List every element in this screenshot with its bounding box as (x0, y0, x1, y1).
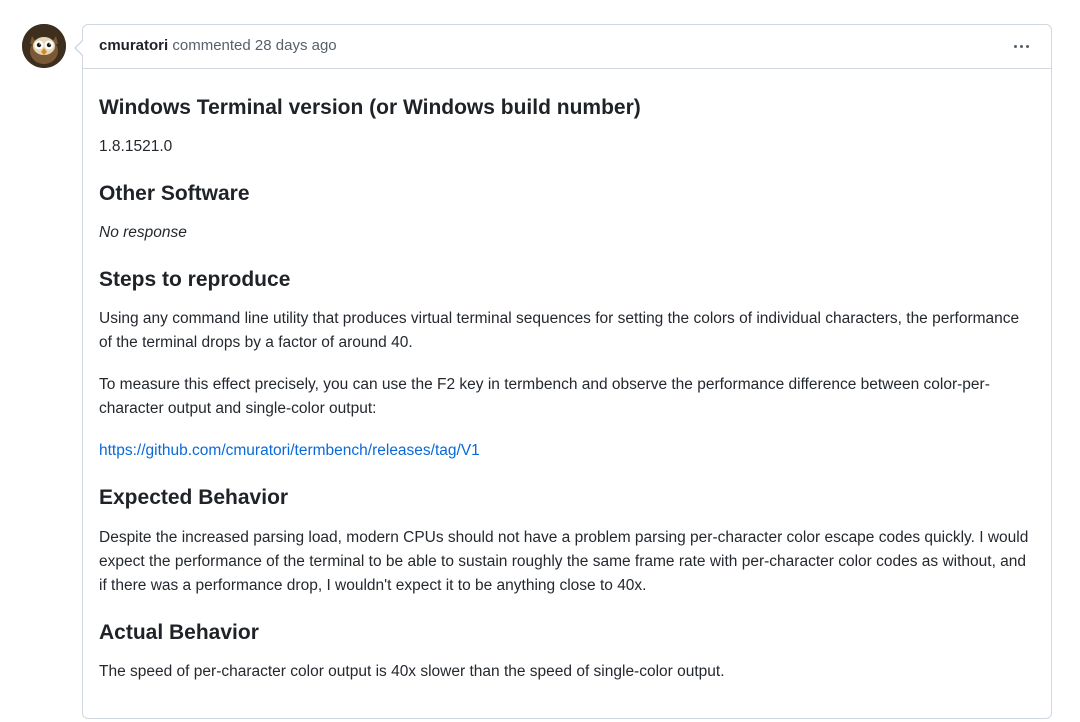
steps-link-paragraph: https://github.com/cmuratori/termbench/r… (99, 439, 1035, 463)
termbench-release-link[interactable]: https://github.com/cmuratori/termbench/r… (99, 442, 480, 459)
author-avatar[interactable] (22, 24, 66, 68)
section-heading-other-software: Other Software (99, 181, 1035, 207)
page-container: cmuratori commented 28 days ago Windows … (0, 0, 1080, 722)
comment-meta: cmuratori commented 28 days ago (99, 35, 337, 58)
section-heading-actual: Actual Behavior (99, 620, 1035, 646)
version-value: 1.8.1521.0 (99, 135, 1035, 159)
comment-body: Windows Terminal version (or Windows bui… (83, 69, 1051, 718)
comment-box: cmuratori commented 28 days ago Windows … (82, 24, 1052, 719)
author-link[interactable]: cmuratori (99, 37, 168, 54)
other-software-value: No response (99, 221, 1035, 245)
comment-timeline-item: cmuratori commented 28 days ago Windows … (22, 24, 1052, 719)
comment-verb: commented (172, 37, 250, 54)
owl-avatar-icon (22, 24, 66, 68)
section-heading-version: Windows Terminal version (or Windows bui… (99, 95, 1035, 121)
comment-timestamp[interactable]: 28 days ago (255, 37, 337, 54)
section-heading-steps: Steps to reproduce (99, 267, 1035, 293)
actual-paragraph: The speed of per-character color output … (99, 660, 1035, 684)
section-heading-expected: Expected Behavior (99, 485, 1035, 511)
no-response-text: No response (99, 224, 187, 241)
comment-header: cmuratori commented 28 days ago (83, 25, 1051, 69)
expected-paragraph: Despite the increased parsing load, mode… (99, 526, 1035, 598)
comment-actions-menu-button[interactable] (1008, 39, 1035, 54)
avatar-container (22, 24, 66, 68)
steps-paragraph-2: To measure this effect precisely, you ca… (99, 373, 1035, 421)
steps-paragraph-1: Using any command line utility that prod… (99, 307, 1035, 355)
